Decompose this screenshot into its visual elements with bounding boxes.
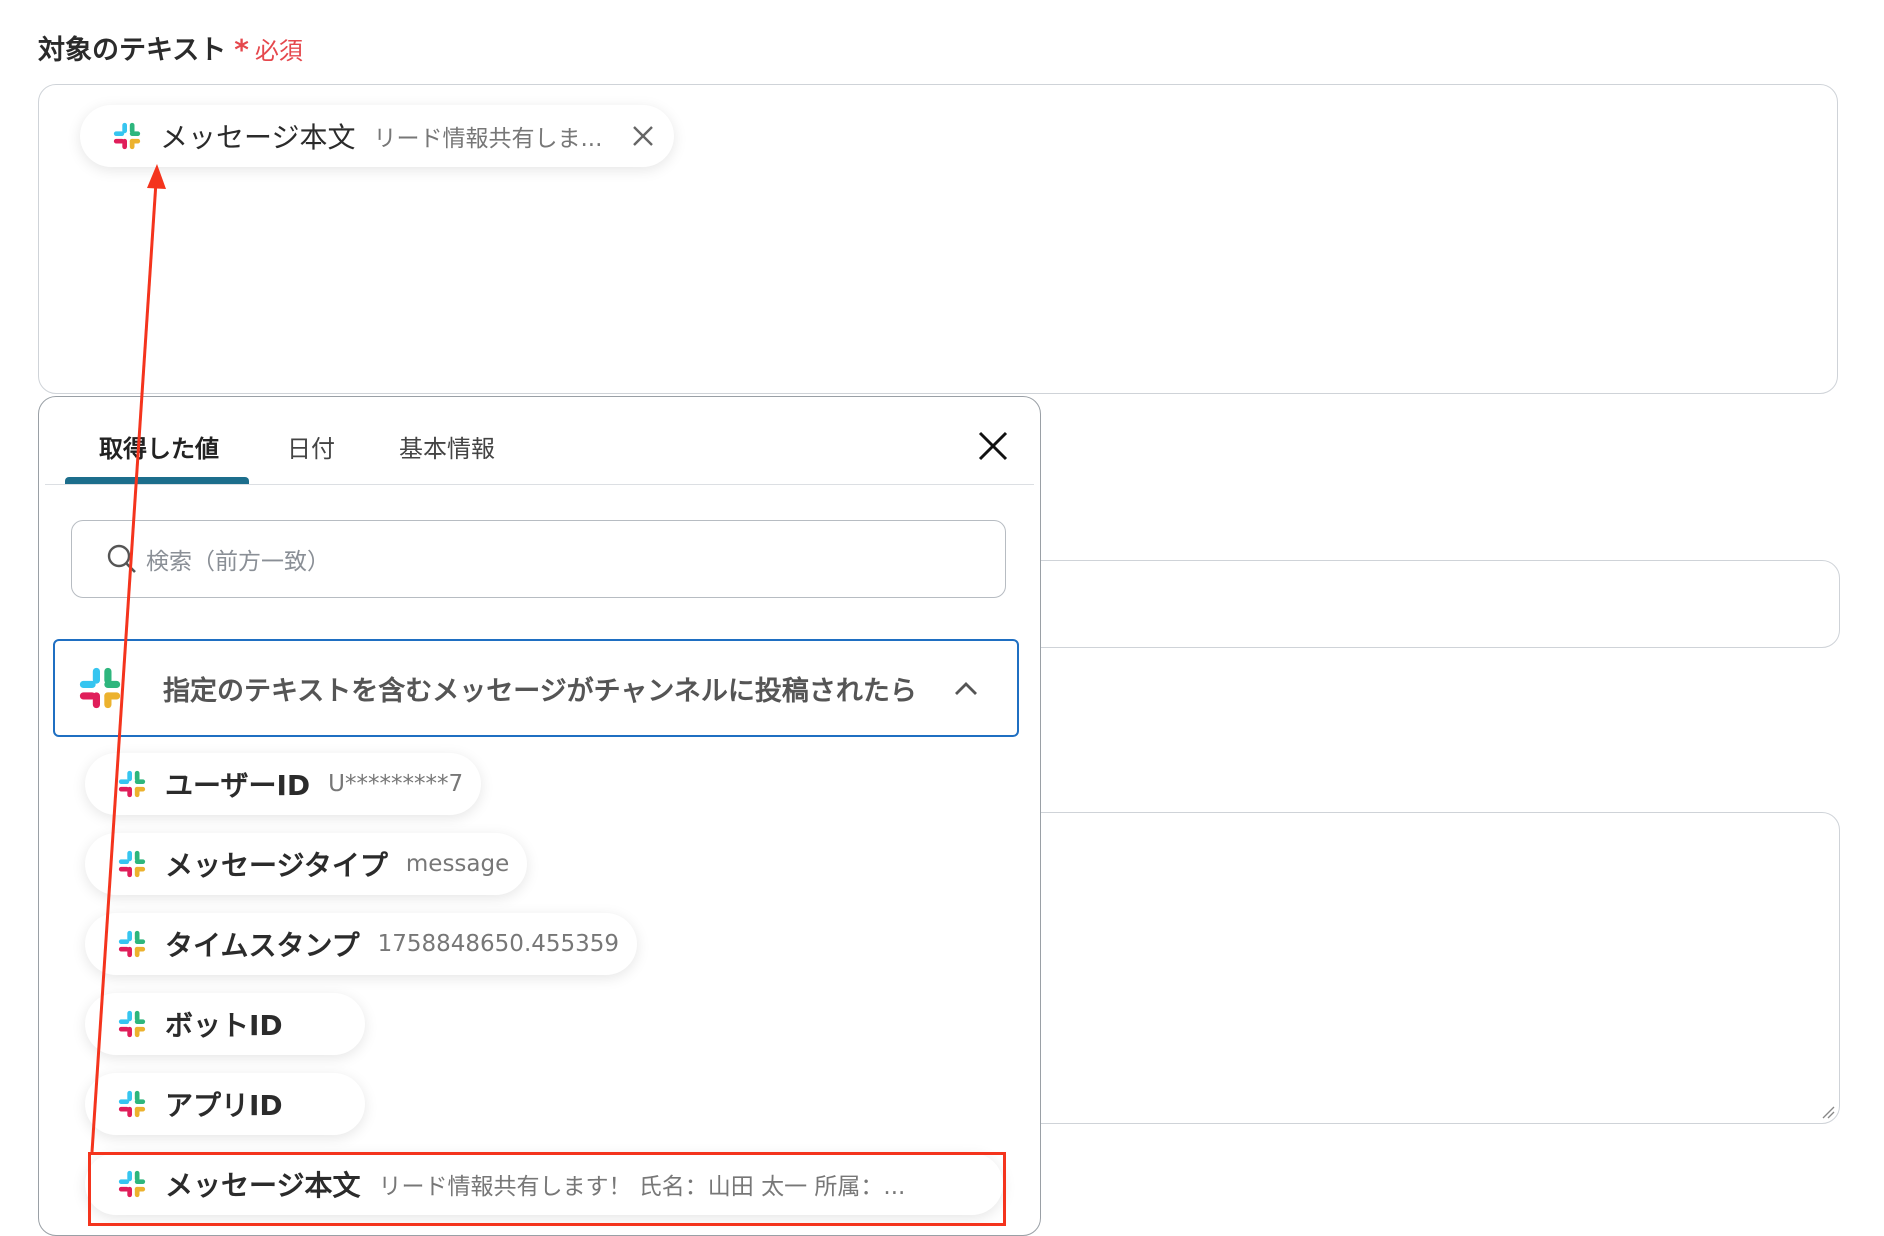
tab-bar: 取得した値 日付 基本情報: [39, 397, 1040, 487]
selected-variable-chip[interactable]: メッセージ本文 リード情報共有しま...: [80, 105, 675, 167]
slack-icon: [118, 850, 146, 878]
chip-value: リード情報共有しま...: [373, 126, 603, 152]
search-placeholder: 検索（前方一致）: [146, 549, 330, 575]
active-tab-indicator: [65, 477, 249, 484]
search-input[interactable]: 検索（前方一致）: [71, 520, 1006, 598]
field-label-text: 対象のテキスト: [38, 35, 227, 66]
background-input-field[interactable]: [1000, 560, 1840, 648]
chevron-up-icon[interactable]: [953, 679, 979, 697]
search-icon: [107, 544, 136, 573]
slack-icon: [79, 667, 121, 709]
trigger-group-title: 指定のテキストを含むメッセージがチャンネルに投稿されたら: [163, 675, 917, 707]
field-label: 対象のテキスト * 必須: [38, 28, 303, 67]
trigger-group-header[interactable]: 指定のテキストを含むメッセージがチャンネルに投稿されたら: [53, 639, 1019, 737]
variable-value: U*********7: [328, 771, 464, 797]
tab-basic-info[interactable]: 基本情報: [399, 429, 495, 464]
variable-item-app-id[interactable]: アプリID: [85, 1073, 365, 1135]
variable-value: message: [405, 851, 510, 877]
variable-name: アプリID: [165, 1089, 283, 1122]
variable-name: メッセージタイプ: [165, 849, 388, 882]
variable-item-message-type[interactable]: メッセージタイプ message: [85, 833, 528, 895]
tab-acquired-values[interactable]: 取得した値: [99, 429, 219, 464]
slack-icon: [118, 770, 146, 798]
tab-divider: [45, 484, 1034, 485]
slack-icon: [118, 1010, 146, 1038]
variable-item-bot-id[interactable]: ボットID: [85, 993, 365, 1055]
variable-item-user-id[interactable]: ユーザーID U*********7: [85, 753, 482, 815]
resize-grip-icon[interactable]: [1821, 1105, 1835, 1119]
annotation-highlight-box: [88, 1152, 1006, 1226]
variable-item-timestamp[interactable]: タイムスタンプ 1758848650.455359: [85, 913, 638, 975]
variable-name: タイムスタンプ: [165, 929, 360, 962]
slack-icon: [118, 1090, 146, 1118]
required-text: 必須: [254, 37, 303, 65]
variable-name: ユーザーID: [165, 769, 311, 802]
tab-date[interactable]: 日付: [287, 429, 335, 464]
variable-value: 1758848650.455359: [377, 931, 620, 957]
required-star: *: [234, 33, 249, 66]
slack-icon: [118, 930, 146, 958]
variable-picker-popup: 取得した値 日付 基本情報 検索（前方一致） 指定のテキストを含むメッセージがチ…: [38, 396, 1041, 1236]
chip-name: メッセージ本文: [160, 121, 356, 154]
variable-name: ボットID: [165, 1009, 283, 1042]
close-icon[interactable]: [976, 429, 1010, 463]
slack-icon: [113, 122, 141, 150]
remove-chip-icon[interactable]: [630, 123, 656, 149]
background-textarea[interactable]: [1000, 812, 1840, 1124]
